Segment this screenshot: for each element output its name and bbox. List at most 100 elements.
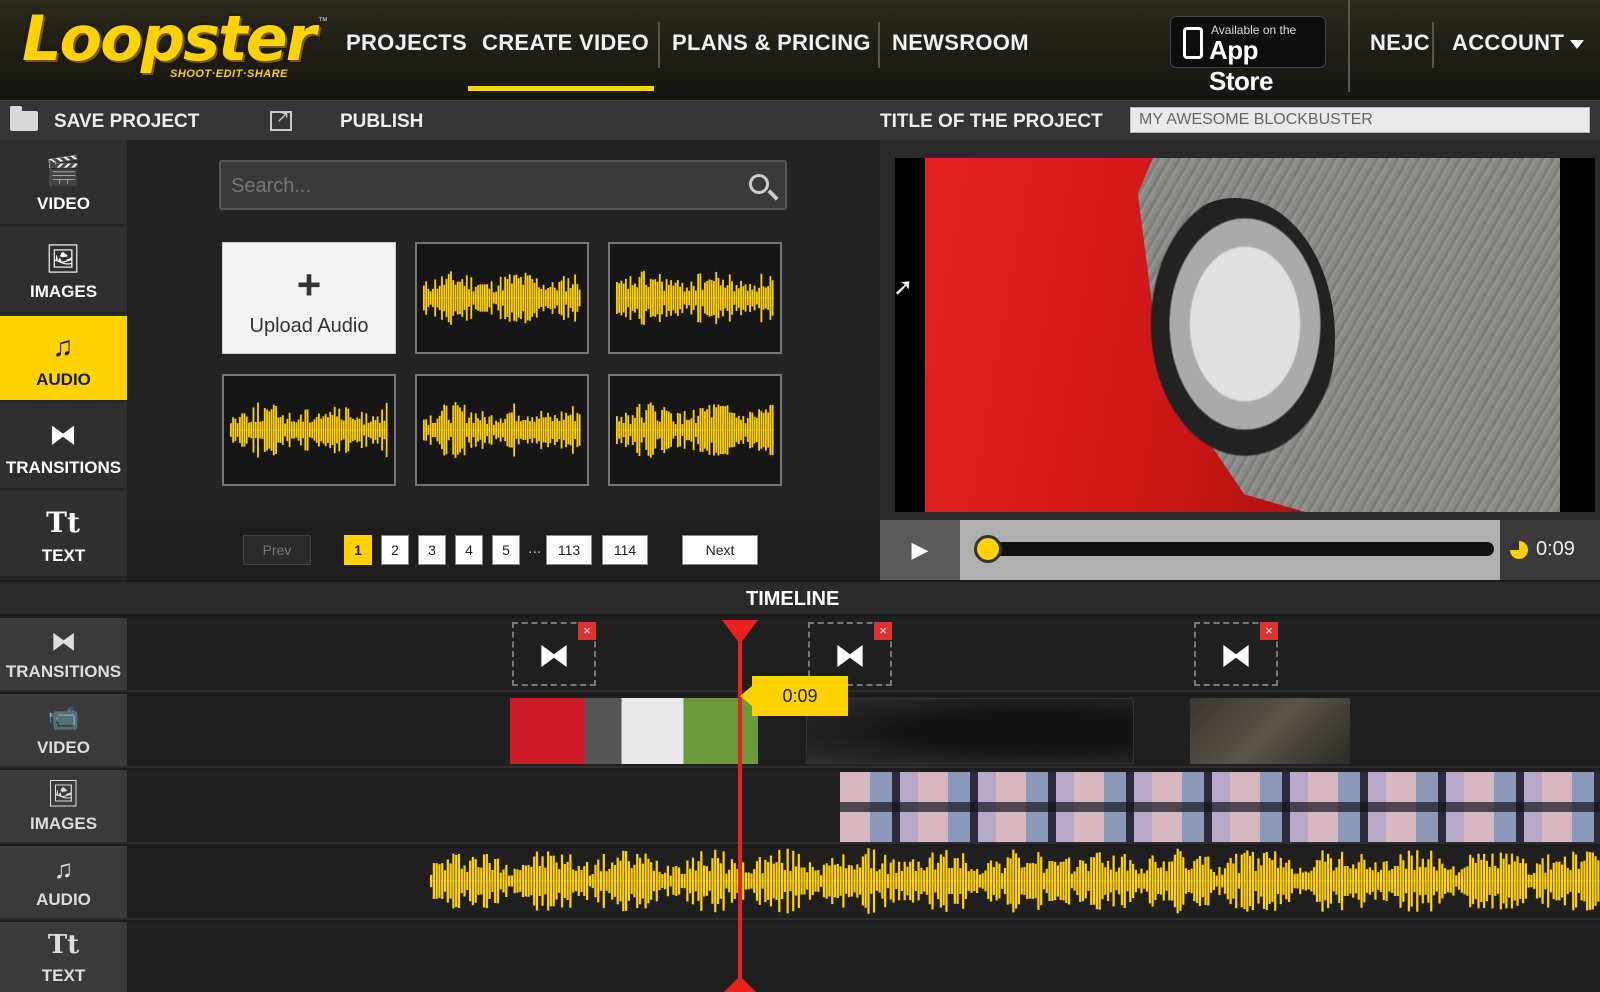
delete-icon[interactable]: ×	[578, 622, 596, 640]
top-navigation: Loopster ™ SHOOT·EDIT·SHARE PROJECTS CRE…	[0, 0, 1600, 100]
sidebar-item-transitions[interactable]: ⧓ TRANSITIONS	[0, 404, 127, 490]
search-icon[interactable]	[749, 174, 769, 194]
project-title-input[interactable]	[1130, 107, 1590, 133]
sidebar-item-audio[interactable]: ♫ AUDIO	[0, 316, 127, 402]
preview-wheel	[1135, 198, 1335, 478]
track-label-text: TRANSITIONS	[5, 662, 122, 681]
plus-icon: +	[296, 261, 322, 308]
waveform-thumbnail	[230, 402, 388, 458]
nav-account[interactable]: ACCOUNT	[1452, 30, 1585, 60]
page-button[interactable]: 113	[546, 535, 592, 565]
audio-clip-tile[interactable]	[608, 374, 782, 486]
sidebar-item-label: VIDEO	[37, 194, 90, 213]
external-link-icon[interactable]	[270, 107, 292, 131]
timeline-transition[interactable]: ⧓ ×	[512, 622, 596, 686]
nav-newsroom[interactable]: NEWSROOM	[892, 30, 1029, 60]
audio-clip-waveform[interactable]	[430, 848, 1600, 914]
sidebar-item-text[interactable]: Tt TEXT	[0, 492, 127, 578]
sidebar-item-label: IMAGES	[29, 282, 98, 301]
playhead[interactable]	[738, 620, 742, 992]
track-label-text: Tt TEXT	[0, 922, 127, 992]
nav-account-label: ACCOUNT	[1452, 30, 1565, 55]
video-clip[interactable]	[806, 698, 1134, 764]
publish-button[interactable]: PUBLISH	[340, 111, 423, 133]
nav-active-indicator	[468, 86, 654, 91]
prev-page-button[interactable]: Prev	[243, 535, 311, 565]
nav-projects[interactable]: PROJECTS	[346, 30, 467, 60]
project-toolbar: SAVE PROJECT PUBLISH TITLE OF THE PROJEC…	[0, 100, 1600, 140]
scrubber-track[interactable]	[984, 542, 1494, 556]
page-button[interactable]: 114	[602, 535, 648, 565]
audio-clip-tile[interactable]	[222, 374, 396, 486]
image-clip[interactable]	[840, 772, 1600, 842]
track-label-text: IMAGES	[29, 814, 98, 833]
image-icon: 🖼	[46, 778, 80, 808]
track-label-text: VIDEO	[37, 738, 90, 757]
bowtie-icon: ⧓	[538, 637, 570, 673]
folder-icon[interactable]	[10, 106, 38, 131]
playhead-time-tooltip: 0:09	[740, 676, 848, 716]
bowtie-icon: ⧓	[1220, 637, 1252, 673]
audio-clip-tile[interactable]	[415, 374, 589, 486]
audio-clip-tile[interactable]	[415, 242, 589, 354]
image-icon: 🖼	[45, 243, 81, 274]
playhead-handle[interactable]	[722, 620, 758, 644]
bowtie-icon: ⧓	[50, 626, 77, 656]
playhead-handle-bottom[interactable]	[722, 976, 758, 992]
logo-wordmark: Loopster	[22, 2, 316, 75]
track-label-audio: ♫ AUDIO	[0, 846, 127, 920]
nav-create-video[interactable]: CREATE VIDEO	[482, 30, 649, 60]
app-store-badge[interactable]: Available on the App Store	[1170, 16, 1326, 96]
pagination-ellipsis: ...	[528, 540, 542, 557]
delete-icon[interactable]: ×	[874, 622, 892, 640]
page-button[interactable]: 4	[455, 535, 483, 565]
music-note-icon: ♫	[53, 854, 74, 884]
video-clip[interactable]	[1190, 698, 1350, 764]
page-button[interactable]: 1	[344, 535, 372, 565]
nav-separator	[1348, 0, 1350, 92]
logo-tagline: SHOOT·EDIT·SHARE	[170, 68, 288, 80]
sidebar-item-images[interactable]: 🖼 IMAGES	[0, 228, 127, 314]
next-page-button[interactable]: Next	[682, 535, 758, 565]
media-sidebar: 🎬 VIDEO 🖼 IMAGES ♫ AUDIO ⧓ TRANSITIONS T…	[0, 140, 127, 580]
sidebar-item-video[interactable]: 🎬 VIDEO	[0, 140, 127, 226]
video-clip[interactable]	[510, 698, 758, 764]
track-label-images: 🖼 IMAGES	[0, 770, 127, 844]
save-project-button[interactable]: SAVE PROJECT	[54, 111, 199, 133]
video-camera-icon: 📹	[47, 702, 80, 732]
play-button[interactable]: ▶	[880, 520, 960, 580]
appstore-title: App Store	[1209, 35, 1273, 96]
nav-separator	[658, 22, 660, 68]
bowtie-icon: ⧓	[49, 419, 77, 450]
phone-icon	[1183, 27, 1203, 59]
timeline-transition[interactable]: ⧓ ×	[1194, 622, 1278, 686]
sidebar-item-label: AUDIO	[36, 370, 91, 389]
text-icon: Tt	[46, 506, 80, 539]
timeline-header: TIMELINE	[0, 580, 1600, 616]
current-time: 0:09	[1536, 538, 1575, 560]
page-button[interactable]: 3	[418, 535, 446, 565]
music-note-icon: ♫	[52, 331, 74, 362]
page-button[interactable]: 2	[381, 535, 409, 565]
page-button[interactable]: 5	[492, 535, 520, 565]
logo-trademark: ™	[318, 16, 328, 27]
clapperboard-icon: 🎬	[45, 155, 81, 186]
video-preview[interactable]	[895, 158, 1595, 512]
clock-icon	[1510, 541, 1528, 559]
text-track[interactable]: Tt TEXT	[0, 922, 1600, 992]
delete-icon[interactable]: ×	[1260, 622, 1278, 640]
scrubber-knob[interactable]	[974, 535, 1002, 563]
mouse-pointer-icon: ➚	[893, 274, 914, 301]
upload-audio-button[interactable]: + Upload Audio	[222, 242, 396, 354]
upload-audio-label: Upload Audio	[249, 315, 369, 337]
nav-plans-pricing[interactable]: PLANS & PRICING	[672, 30, 871, 60]
search-input[interactable]	[231, 172, 711, 200]
waveform-thumbnail	[423, 271, 581, 325]
search-box	[219, 160, 787, 210]
loopster-logo[interactable]: Loopster ™ SHOOT·EDIT·SHARE	[22, 2, 328, 86]
caret-down-icon	[1570, 39, 1585, 49]
sidebar-item-label: TRANSITIONS	[5, 458, 122, 477]
nav-user[interactable]: NEJC	[1370, 30, 1430, 60]
waveform-thumbnail	[423, 402, 581, 458]
audio-clip-tile[interactable]	[608, 242, 782, 354]
